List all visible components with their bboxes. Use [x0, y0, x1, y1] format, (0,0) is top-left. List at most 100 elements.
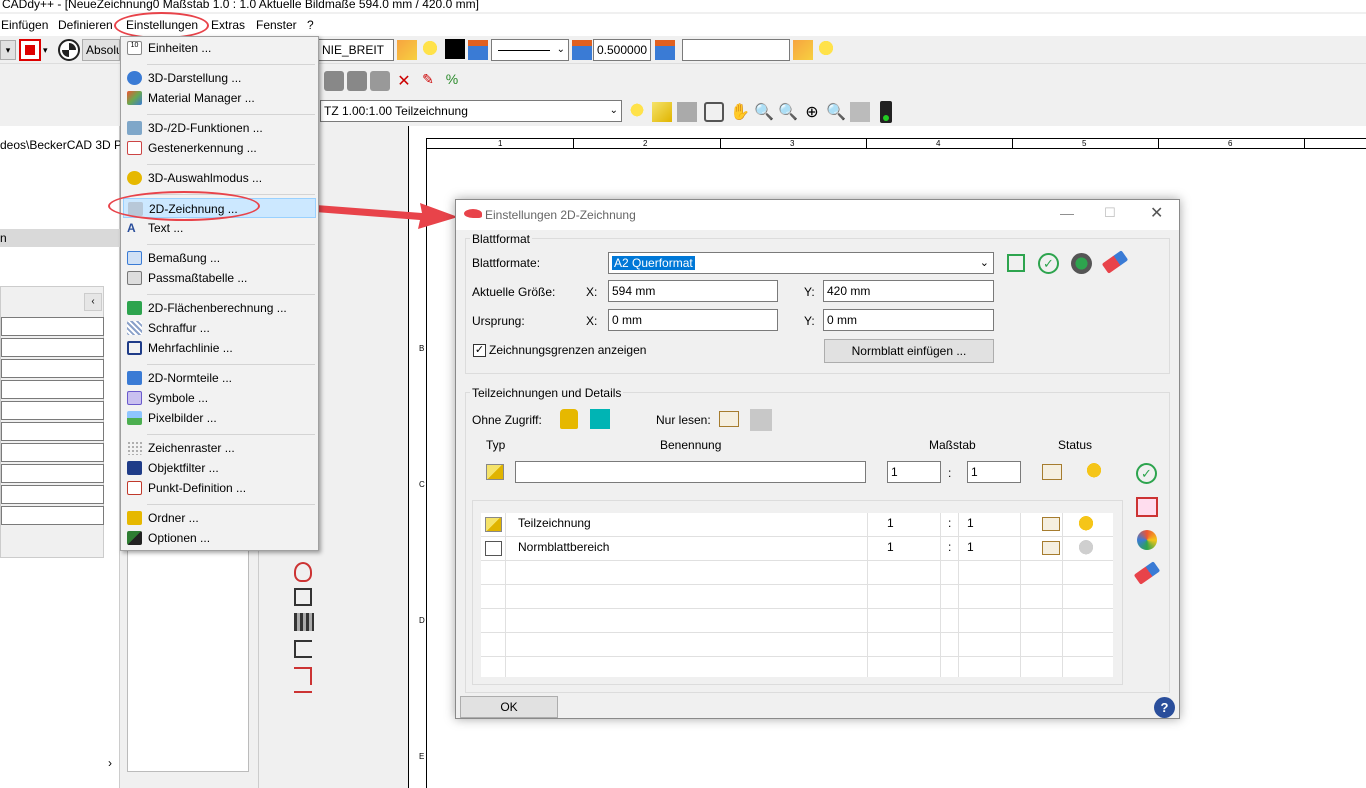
property-field[interactable] [1, 359, 104, 378]
chevron-down-icon[interactable]: ▾ [0, 40, 16, 60]
lightbulb-off-icon[interactable] [1079, 540, 1093, 558]
zoom-in-icon[interactable]: 🔍 [754, 102, 774, 122]
menu-item-3d-darstellung[interactable]: 3D-Darstellung ... [123, 68, 316, 88]
menu-extras[interactable]: Extras [211, 18, 245, 32]
menu-item-objektfilter[interactable]: Objektfilter ... [123, 458, 316, 478]
paint-roller-icon[interactable] [850, 102, 870, 122]
hand-icon[interactable]: ✋ [730, 102, 750, 122]
new-scale-a-field[interactable]: 1 [887, 461, 941, 483]
stack-layers-icon[interactable] [468, 40, 488, 60]
stack-layers-icon[interactable] [655, 40, 675, 60]
panel-row[interactable]: n [0, 229, 120, 247]
solid-icon[interactable] [324, 71, 344, 91]
layer-icon[interactable] [793, 40, 813, 60]
property-field[interactable] [1, 443, 104, 462]
menu-item-schraffur[interactable]: Schraffur ... [123, 318, 316, 338]
menu-item-bemassung[interactable]: Bemaßung ... [123, 248, 316, 268]
blank-field[interactable] [682, 39, 790, 61]
zoom-all-icon[interactable]: ⊕ [802, 102, 822, 122]
menu-item-2d-normteile[interactable]: 2D-Normteile ... [123, 368, 316, 388]
book-icon[interactable] [294, 613, 314, 631]
percent-icon[interactable]: % [442, 71, 462, 91]
property-field[interactable] [1, 338, 104, 357]
chevron-right-icon[interactable]: › [108, 756, 112, 770]
chevron-left-icon[interactable]: ‹ [84, 293, 102, 311]
delete-icon[interactable]: ✎ [418, 71, 438, 91]
tool-icon[interactable] [677, 102, 697, 122]
menu-help[interactable]: ? [307, 18, 314, 32]
check-icon[interactable]: ✓ [1136, 463, 1157, 484]
lightbulb-icon[interactable] [816, 40, 836, 60]
menu-item-punkt-definition[interactable]: Punkt-Definition ... [123, 478, 316, 498]
coord-mode-button[interactable]: Absolu [82, 39, 120, 61]
property-field[interactable] [1, 464, 104, 483]
crosshair-icon[interactable] [58, 39, 80, 61]
new-frame-icon[interactable] [1007, 254, 1025, 272]
menu-item-material-manager[interactable]: Material Manager ... [123, 88, 316, 108]
normblatt-button[interactable]: Normblatt einfügen ... [824, 339, 994, 363]
chevron-down-icon[interactable]: ▾ [43, 45, 48, 56]
zoom-window-icon[interactable] [704, 102, 724, 122]
corner-icon[interactable] [294, 667, 312, 685]
menu-item-pixelbilder[interactable]: Pixelbilder ... [123, 408, 316, 428]
cube-icon[interactable] [294, 588, 312, 606]
gray-color-swatch[interactable] [750, 409, 772, 431]
wire-icon[interactable] [370, 71, 390, 91]
menu-einfuegen[interactable]: Einfügen [1, 18, 48, 32]
ok-button[interactable]: OK [460, 696, 558, 718]
lightbulb-icon[interactable] [420, 40, 440, 60]
lightbulb-icon[interactable] [1087, 463, 1101, 481]
book-icon[interactable] [719, 411, 739, 427]
teal-color-swatch[interactable] [590, 409, 610, 429]
menu-item-3d-auswahlmodus[interactable]: 3D-Auswahlmodus ... [123, 168, 316, 188]
origin-x-field[interactable]: 0 mm [608, 309, 778, 331]
solid-icon[interactable] [347, 71, 367, 91]
menu-item-passmasstabelle[interactable]: Passmaßtabelle ... [123, 268, 316, 288]
traffic-light-icon[interactable] [880, 101, 892, 123]
menu-item-gestenerkennung[interactable]: Gestenerkennung ... [123, 138, 316, 158]
line-icon[interactable] [294, 691, 312, 709]
property-field[interactable] [1, 422, 104, 441]
delete-icon[interactable]: ✕ [394, 71, 414, 91]
menu-item-mehrfachlinie[interactable]: Mehrfachlinie ... [123, 338, 316, 358]
menu-item-ordner[interactable]: Ordner ... [123, 508, 316, 528]
part-type-icon[interactable] [486, 464, 504, 480]
shape-icon[interactable] [294, 562, 312, 582]
lightbulb-icon[interactable] [1079, 516, 1093, 534]
limits-checkbox[interactable]: ✓ [473, 344, 486, 357]
book-icon[interactable] [1042, 541, 1060, 555]
new-part-name-field[interactable] [515, 461, 866, 483]
property-field[interactable] [1, 317, 104, 336]
lightbulb-icon[interactable] [627, 102, 647, 122]
book-icon[interactable] [1042, 464, 1062, 480]
menu-item-optionen[interactable]: Optionen ... [123, 528, 316, 548]
property-field[interactable] [1, 485, 104, 504]
menu-item-text[interactable]: A Text ... [123, 218, 316, 238]
view-select[interactable]: TZ 1.00:1.00 Teilzeichnung ⌄ [320, 100, 622, 122]
menu-fenster[interactable]: Fenster [256, 18, 297, 32]
check-icon[interactable]: ✓ [1038, 253, 1059, 274]
linetype-field[interactable]: NIE_BREIT [318, 39, 394, 61]
linestyle-select[interactable]: ⌄ [491, 39, 569, 61]
formats-select[interactable]: A2 Querformat ⌄ [608, 252, 994, 274]
zoom-out-icon[interactable]: 🔍 [778, 102, 798, 122]
book-icon[interactable] [1042, 517, 1060, 531]
property-field[interactable] [1, 380, 104, 399]
property-field[interactable] [1, 401, 104, 420]
menu-item-2d-flaechenberechnung[interactable]: 2D-Flächenberechnung ... [123, 298, 316, 318]
zoom-prev-icon[interactable]: 🔍 [826, 102, 846, 122]
size-y-field[interactable]: 420 mm [823, 280, 994, 302]
help-icon[interactable]: ? [1154, 697, 1175, 718]
maximize-icon[interactable]: ☐ [1104, 205, 1116, 221]
origin-y-field[interactable]: 0 mm [823, 309, 994, 331]
close-icon[interactable]: ✕ [1150, 203, 1163, 223]
menu-definieren[interactable]: Definieren [58, 18, 113, 32]
triangle-icon[interactable] [652, 102, 672, 122]
menu-item-symbole[interactable]: Symbole ... [123, 388, 316, 408]
menu-item-zeichenraster[interactable]: Zeichenraster ... [123, 438, 316, 458]
table-row[interactable]: Normblattbereich 1 : 1 [481, 537, 1113, 560]
delete-frame-icon[interactable] [1136, 497, 1158, 517]
menu-item-3d-2d-funktionen[interactable]: 3D-/2D-Funktionen ... [123, 118, 316, 138]
property-field[interactable] [1, 506, 104, 525]
stack-layers-icon[interactable] [572, 40, 592, 60]
